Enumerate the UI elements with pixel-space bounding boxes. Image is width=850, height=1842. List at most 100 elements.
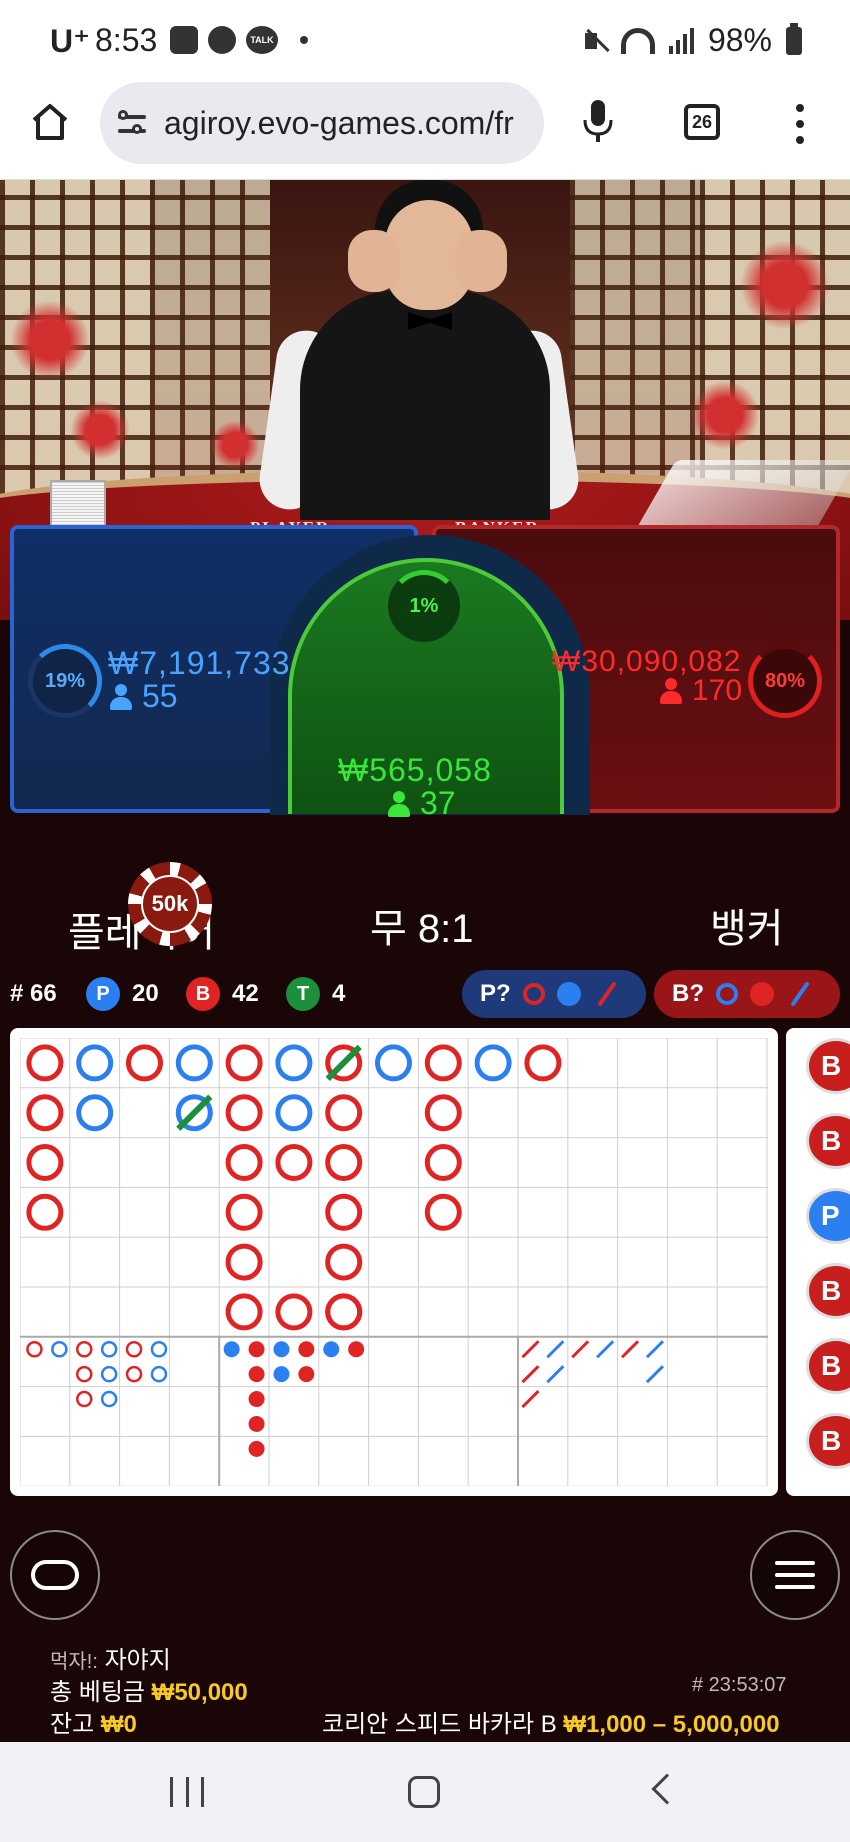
banker-result-marker — [26, 1144, 64, 1181]
small-road-marker — [298, 1366, 315, 1383]
cockroach-marker — [546, 1340, 565, 1359]
banker-wins-count: 42 — [232, 980, 259, 1007]
big-eye-marker — [26, 1341, 43, 1358]
recents-icon[interactable] — [170, 1777, 204, 1807]
chat-icon — [31, 1560, 79, 1590]
backdrop-screen — [570, 180, 700, 500]
banker-wins: B 42 — [186, 977, 259, 1011]
tie-results-count: 4 — [332, 980, 346, 1007]
tie-amount: ₩565,058 — [338, 752, 492, 788]
banker-result-marker — [325, 1193, 363, 1231]
browser-toolbar: agiroy.evo-games.com/fr 26 — [0, 82, 850, 180]
banker-result-marker — [225, 1094, 263, 1132]
banker-badge: B — [186, 977, 220, 1011]
roadmap-grid — [20, 1038, 768, 1486]
banker-count-value: 170 — [692, 674, 743, 707]
player-result-marker — [175, 1044, 213, 1082]
tie-count: 37 — [388, 785, 456, 822]
cockroach-marker — [521, 1340, 540, 1359]
home-icon[interactable] — [30, 102, 70, 142]
mic-icon[interactable] — [582, 98, 614, 146]
player-result-marker — [375, 1044, 412, 1082]
tab-switcher-button[interactable]: 26 — [684, 104, 720, 140]
tie-results: T 4 — [286, 977, 345, 1011]
battery-icon — [786, 22, 802, 55]
cockroach-marker — [620, 1340, 640, 1359]
player-predict-button[interactable]: P? — [462, 970, 646, 1018]
tie-count-value: 37 — [420, 785, 456, 821]
total-bet-row: 총 베팅금 ₩50,000 — [50, 1672, 248, 1707]
banker-predict-button[interactable]: B? — [654, 970, 840, 1018]
banker-result-marker — [325, 1094, 363, 1132]
big-eye-marker — [76, 1390, 93, 1408]
big-eye-marker — [100, 1341, 118, 1358]
big-eye-marker — [76, 1365, 93, 1383]
tie-percent: 1% — [388, 570, 460, 642]
small-road-marker — [298, 1341, 315, 1358]
small-road-solid-icon — [556, 982, 581, 1006]
cockroach-marker — [645, 1340, 665, 1359]
player-count: 55 — [110, 678, 178, 715]
player-count-value: 55 — [142, 678, 178, 714]
blossom-decor — [10, 300, 90, 380]
bead-road-marker: B — [806, 1413, 850, 1469]
player-wins-count: 20 — [132, 980, 159, 1007]
player-badge: P — [86, 977, 120, 1011]
dealer — [455, 230, 507, 292]
bead-road-marker: B — [806, 1263, 850, 1319]
menu-button[interactable] — [750, 1530, 840, 1620]
more-notifications-icon — [300, 36, 308, 44]
cockroach-marker — [571, 1340, 590, 1359]
person-icon — [388, 790, 410, 817]
player-percent: 19% — [28, 644, 102, 718]
banker-result-marker — [275, 1144, 313, 1181]
banker-result-marker — [424, 1094, 462, 1132]
winner-label: 먹자!: — [50, 1651, 98, 1673]
kebab-menu-icon[interactable] — [794, 104, 806, 144]
banker-result-marker — [26, 1193, 64, 1231]
mute-icon — [583, 27, 607, 55]
home-nav-icon[interactable] — [408, 1776, 440, 1808]
url-text[interactable]: agiroy.evo-games.com/fr — [164, 105, 534, 142]
big-eye-marker — [150, 1341, 168, 1358]
chip-50k[interactable]: 50k — [128, 862, 212, 946]
status-bar: U⁺ 8:53 TALK 98% — [0, 0, 850, 82]
signal-icon — [668, 27, 694, 54]
banker-result-marker — [325, 1144, 363, 1181]
small-road-marker — [248, 1415, 265, 1432]
scoreboard[interactable] — [10, 1028, 778, 1496]
banker-count: 170 — [660, 674, 742, 708]
round-number: # 66 — [10, 980, 57, 1008]
round-number-text: # 66 — [10, 980, 57, 1007]
back-icon[interactable] — [651, 1773, 683, 1805]
battery-percent: 98% — [707, 22, 772, 58]
bead-road-preview[interactable]: BBPBBB — [786, 1028, 850, 1496]
banker-result-marker — [325, 1243, 363, 1281]
system-nav-bar — [0, 1742, 850, 1842]
player-result-marker — [76, 1044, 114, 1082]
banker-result-marker — [225, 1044, 263, 1082]
tune-icon[interactable] — [116, 107, 148, 139]
banker-result-marker — [225, 1243, 263, 1281]
banker-result-marker — [26, 1044, 64, 1082]
address-bar[interactable]: agiroy.evo-games.com/fr — [100, 82, 544, 164]
tie-badge: T — [286, 977, 320, 1011]
person-icon — [110, 683, 132, 710]
banker-result-marker — [225, 1144, 263, 1181]
dealer — [348, 230, 400, 292]
small-road-marker — [323, 1341, 340, 1358]
wifi-icon — [620, 27, 655, 54]
gallery-icon — [170, 26, 198, 54]
banker-label: 뱅커 — [710, 907, 784, 951]
cockroach-marker — [645, 1365, 665, 1384]
balance-value: ₩0 — [100, 1711, 137, 1738]
banker-predict-label: B? — [672, 980, 704, 1007]
big-eye-marker — [125, 1365, 143, 1383]
person-icon — [660, 678, 682, 704]
chat-button[interactable] — [10, 1530, 100, 1620]
banker-result-marker — [225, 1293, 263, 1331]
bead-road-marker: P — [806, 1188, 850, 1244]
tie-label: 무 8:1 — [370, 907, 474, 951]
cockroach-marker — [546, 1365, 565, 1384]
big-eye-marker — [150, 1365, 168, 1383]
